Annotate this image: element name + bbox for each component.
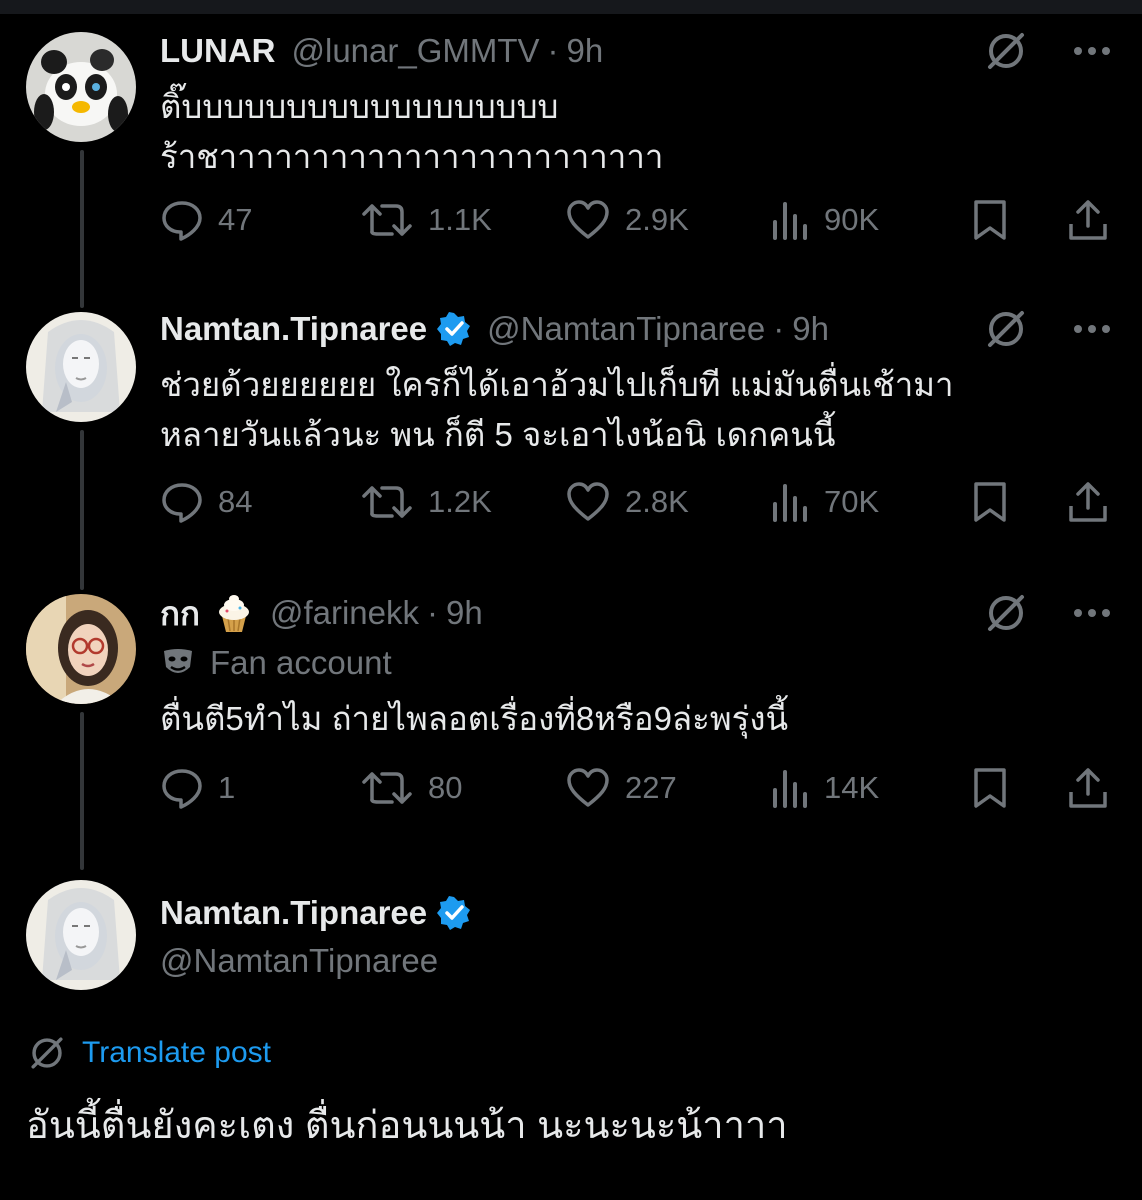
main-post-text: อันนี้ตื่นยังคะเตง ตื่นก่อนนนน้า นะนะนะน…: [26, 1105, 788, 1147]
main-post: Namtan.Tipnaree @NamtanTipnaree Translat…: [0, 0, 1142, 1200]
translate-label: Translate post: [82, 1036, 271, 1069]
translate-post-button[interactable]: Translate post: [28, 1034, 271, 1072]
translate-icon: [31, 1037, 63, 1069]
avatar[interactable]: [26, 880, 136, 990]
display-name: Namtan.Tipnaree: [160, 894, 428, 931]
verified-badge-icon: [437, 896, 471, 930]
user-handle[interactable]: @NamtanTipnaree: [160, 942, 438, 980]
main-post-name[interactable]: Namtan.Tipnaree: [160, 894, 471, 932]
